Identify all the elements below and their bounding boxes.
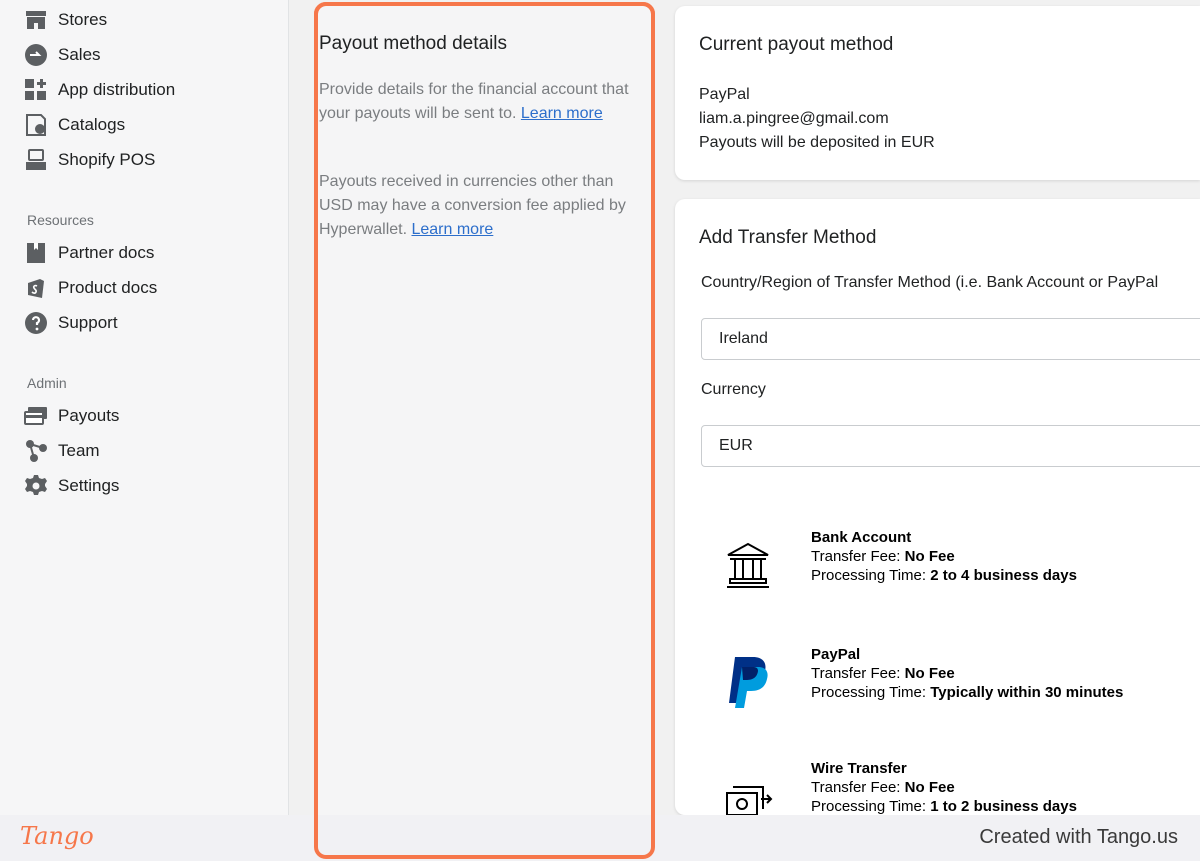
sidebar-item-label: Product docs: [58, 278, 158, 297]
currency-selected-value: EUR: [719, 437, 753, 454]
sidebar-item-settings[interactable]: Settings: [24, 472, 119, 500]
sidebar-item-team[interactable]: Team: [24, 437, 100, 465]
add-transfer-title: Add Transfer Method: [699, 227, 877, 248]
conversion-fee-note: Payouts received in currencies other tha…: [319, 170, 639, 242]
country-select[interactable]: Ireland: [701, 318, 1200, 360]
book-icon: [24, 241, 48, 265]
tango-credit: Created with Tango.us: [979, 826, 1178, 848]
sidebar-item-label: Team: [58, 441, 100, 460]
sidebar-item-product-docs[interactable]: Product docs: [24, 274, 157, 302]
currency-label: Currency: [701, 381, 766, 398]
sidebar-item-catalogs[interactable]: Catalogs: [24, 111, 125, 139]
sidebar-item-shopify-pos[interactable]: Shopify POS: [24, 146, 155, 174]
sidebar-item-partner-docs[interactable]: Partner docs: [24, 239, 154, 267]
sidebar-item-app-distribution[interactable]: App distribution: [24, 76, 175, 104]
store-icon: [24, 8, 48, 32]
sidebar-item-label: Stores: [58, 10, 108, 29]
question-icon: [24, 311, 48, 335]
sidebar-item-label: Support: [58, 313, 118, 332]
wire-transfer-icon: [723, 772, 773, 815]
current-method-name: PayPal: [699, 86, 750, 103]
method-name: Bank Account: [811, 529, 912, 546]
method-fee: Transfer Fee: No Fee: [811, 779, 955, 796]
method-bank-account[interactable]: Bank Account Transfer Fee: No Fee Proces…: [675, 529, 1200, 609]
current-method-email: liam.a.pingree@gmail.com: [699, 110, 889, 127]
shopify-bag-icon: [24, 276, 48, 300]
method-fee: Transfer Fee: No Fee: [811, 665, 955, 682]
app-distribution-icon: [24, 78, 48, 102]
bank-icon: [723, 537, 773, 595]
sidebar-item-label: Settings: [58, 476, 120, 495]
sidebar-item-label: Payouts: [58, 406, 120, 425]
currency-select[interactable]: EUR: [701, 425, 1200, 467]
sidebar-item-stores[interactable]: Stores: [24, 6, 107, 34]
current-method-deposit-currency: Payouts will be deposited in EUR: [699, 134, 935, 151]
add-transfer-card: Add Transfer Method Country/Region of Tr…: [675, 199, 1200, 815]
tango-logo: Tango: [20, 822, 94, 850]
paypal-icon: [723, 654, 773, 712]
catalog-icon: [24, 113, 48, 137]
sidebar-item-label: Partner docs: [58, 243, 155, 262]
resources-section-title: Resources: [27, 212, 94, 228]
sidebar-item-support[interactable]: Support: [24, 309, 118, 337]
sidebar-item-label: Sales: [58, 45, 101, 64]
sidebar-item-label: App distribution: [58, 80, 176, 99]
pos-icon: [24, 148, 48, 172]
sidebar: Stores Sales App distribution Catalogs S…: [0, 0, 289, 815]
method-name: PayPal: [811, 646, 861, 663]
method-fee: Transfer Fee: No Fee: [811, 548, 955, 565]
sidebar-item-label: Catalogs: [58, 115, 126, 134]
highlight-frame: [314, 2, 655, 859]
learn-more-link-hyperwallet[interactable]: Learn more: [411, 221, 493, 238]
gear-icon: [24, 474, 48, 498]
current-payout-title: Current payout method: [699, 34, 894, 55]
method-wire-transfer[interactable]: Wire Transfer Transfer Fee: No Fee Proce…: [675, 760, 1200, 815]
method-processing-time: Processing Time: 2 to 4 business days: [811, 567, 1077, 584]
payouts-icon: [24, 404, 48, 428]
sidebar-item-payouts[interactable]: Payouts: [24, 402, 119, 430]
method-processing-time: Processing Time: 1 to 2 business days: [811, 798, 1077, 815]
method-paypal[interactable]: PayPal Transfer Fee: No Fee Processing T…: [675, 646, 1200, 726]
sidebar-item-sales[interactable]: Sales: [24, 41, 101, 69]
admin-section-title: Admin: [27, 375, 67, 391]
country-selected-value: Ireland: [719, 330, 768, 347]
learn-more-link[interactable]: Learn more: [521, 105, 603, 122]
team-icon: [24, 439, 48, 463]
current-payout-card: Current payout method PayPal liam.a.ping…: [675, 6, 1200, 180]
payout-details-description: Provide details for the financial accoun…: [319, 78, 639, 126]
method-name: Wire Transfer: [811, 760, 907, 777]
sidebar-item-label: Shopify POS: [58, 150, 156, 169]
payout-details-title: Payout method details: [319, 33, 508, 54]
sales-icon: [24, 43, 48, 67]
method-processing-time: Processing Time: Typically within 30 min…: [811, 684, 1124, 701]
country-label: Country/Region of Transfer Method (i.e. …: [701, 274, 1159, 291]
